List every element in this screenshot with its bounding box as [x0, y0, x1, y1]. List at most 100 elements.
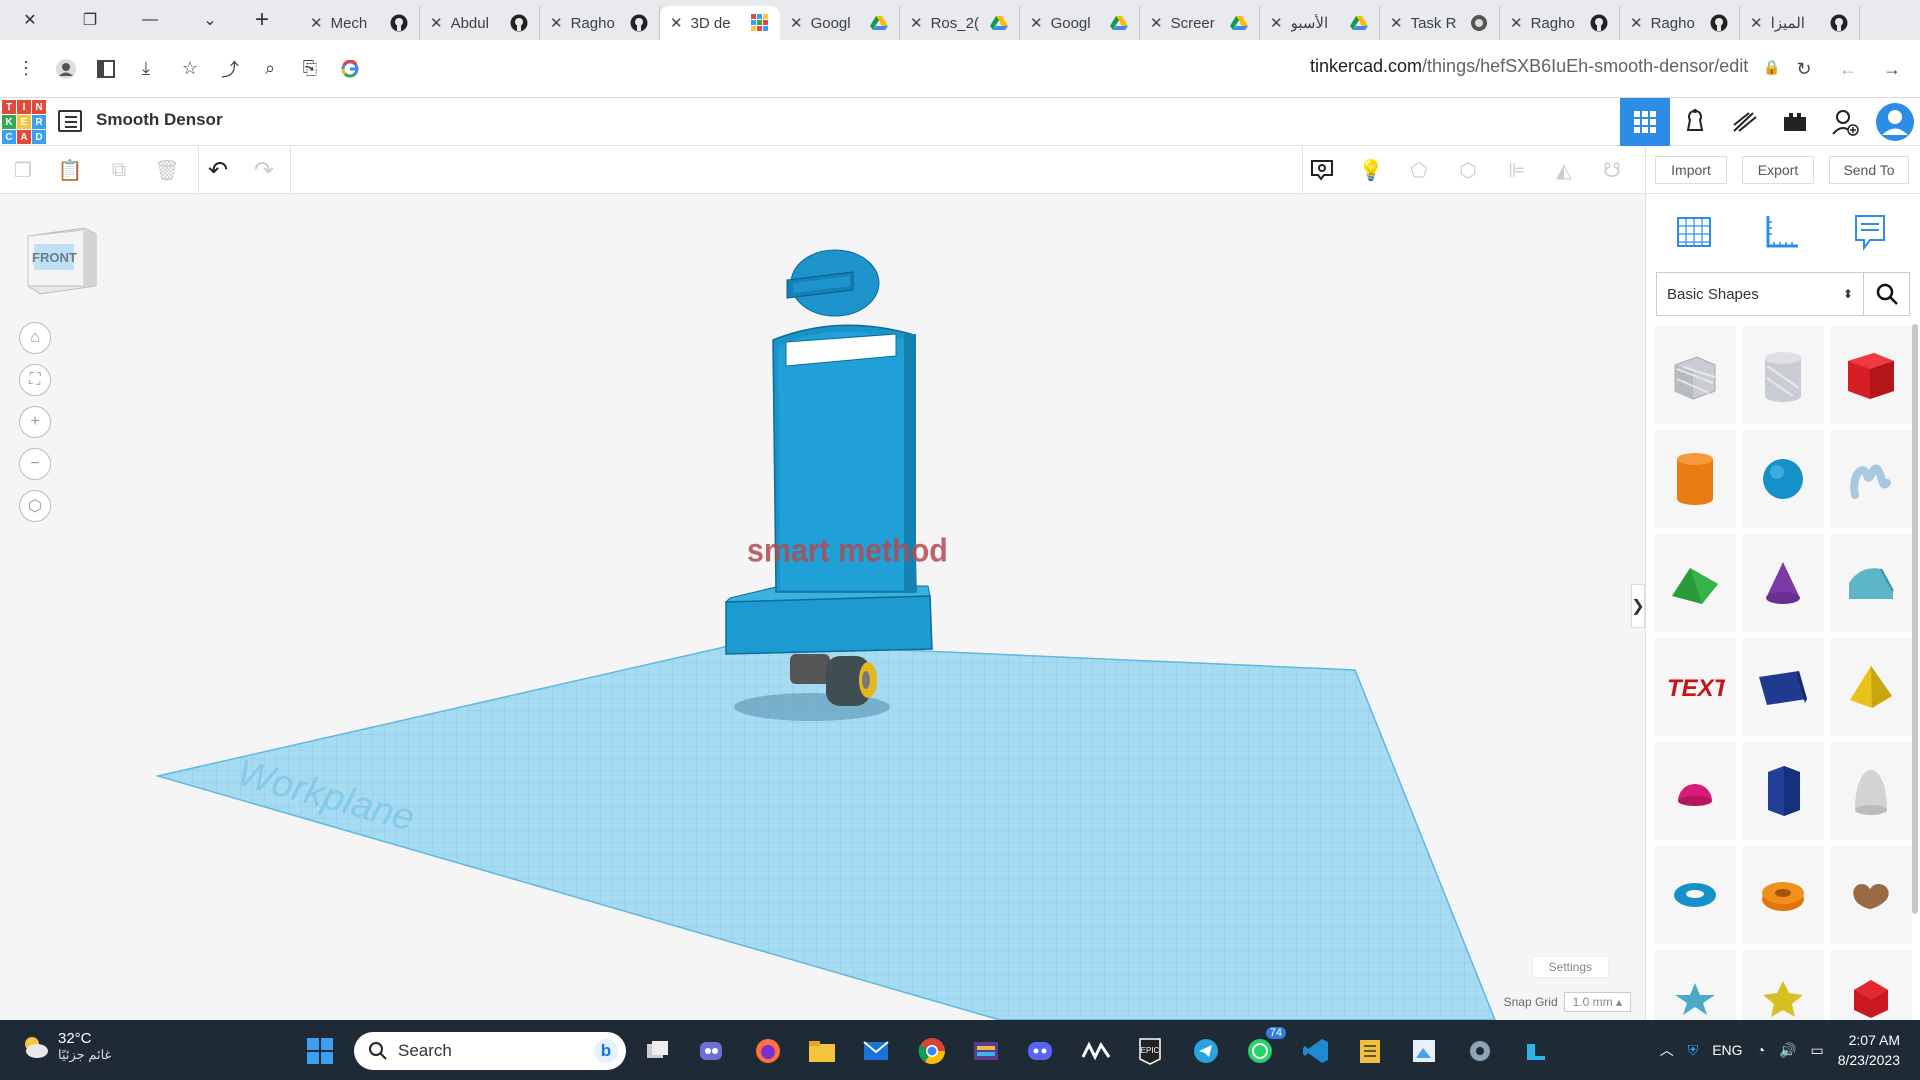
half-sphere-prism-shape-icon[interactable]: [1742, 638, 1824, 736]
app-icon-2[interactable]: [1078, 1033, 1114, 1069]
browser-tab[interactable]: ✕ Task R: [1380, 6, 1500, 40]
google-icon[interactable]: [330, 49, 370, 89]
browser-tab[interactable]: ✕ Screer: [1140, 6, 1260, 40]
install-icon[interactable]: ⎘: [290, 49, 330, 89]
restore-window-icon[interactable]: ❐: [60, 0, 120, 40]
profile-icon[interactable]: [46, 49, 86, 89]
bing-icon[interactable]: b: [594, 1039, 618, 1063]
tab-close-icon[interactable]: ✕: [1150, 14, 1163, 32]
tab-close-icon[interactable]: ✕: [430, 14, 443, 32]
design-title[interactable]: Smooth Densor: [96, 110, 223, 130]
zoom-in-icon[interactable]: +: [19, 406, 51, 438]
notes-icon[interactable]: [1307, 156, 1337, 184]
paraboloid-shape-icon[interactable]: [1830, 742, 1912, 840]
icosahedron-shape-icon[interactable]: [1830, 950, 1912, 1020]
export-button[interactable]: Export: [1742, 156, 1814, 184]
home-view-icon[interactable]: ⌂: [19, 322, 51, 354]
close-window-icon[interactable]: ✕: [0, 0, 60, 40]
box-hole-shape-icon[interactable]: [1654, 326, 1736, 424]
browser-tab[interactable]: ✕ Googl: [780, 6, 900, 40]
wifi-icon[interactable]: ◔: [1757, 1042, 1765, 1058]
panel-collapse-toggle[interactable]: ❯: [1631, 584, 1645, 628]
weather-widget[interactable]: 32°C غائم جزئيًا: [20, 1030, 111, 1063]
send-to-button[interactable]: Send To: [1829, 156, 1909, 184]
battery-icon[interactable]: ▭: [1810, 1042, 1823, 1059]
bookmark-star-icon[interactable]: ☆: [170, 49, 210, 89]
settings-button[interactable]: Settings: [1531, 956, 1609, 978]
panel-scrollbar[interactable]: [1912, 324, 1918, 914]
browser-tab[interactable]: ✕ Ragho: [1500, 6, 1620, 40]
copy-icon[interactable]: ❐: [8, 156, 38, 184]
shape-search-button[interactable]: [1864, 272, 1910, 316]
defender-icon[interactable]: ⛨: [1688, 1042, 1699, 1059]
lightbulb-icon[interactable]: 💡: [1356, 156, 1386, 184]
tab-close-icon[interactable]: ✕: [670, 14, 683, 32]
design-menu-icon[interactable]: [58, 110, 82, 132]
group-icon[interactable]: ⬠: [1404, 156, 1434, 184]
half-sphere-shape-icon[interactable]: [1654, 742, 1736, 840]
reload-icon[interactable]: ↻: [1784, 49, 1824, 89]
import-button[interactable]: Import: [1655, 156, 1727, 184]
paint-icon[interactable]: [1406, 1033, 1442, 1069]
blocks-icon[interactable]: [1670, 98, 1720, 146]
url-field[interactable]: tinkercad.com/things/hefSXB6IuEh-smooth-…: [1310, 56, 1781, 77]
browser-tab[interactable]: ✕ Googl: [1020, 6, 1140, 40]
volume-icon[interactable]: 🔊: [1779, 1042, 1796, 1059]
task-view-icon[interactable]: [640, 1033, 676, 1069]
cylinder-shape-icon[interactable]: [1654, 430, 1736, 528]
3d-view-grid-icon[interactable]: [1620, 98, 1670, 146]
vscode-icon[interactable]: [1298, 1033, 1334, 1069]
tab-close-icon[interactable]: ✕: [1030, 14, 1043, 32]
roof-shape-icon[interactable]: [1654, 534, 1736, 632]
clock[interactable]: 2:07 AM 8/23/2023: [1838, 1030, 1900, 1070]
polygon-shape-icon[interactable]: [1742, 742, 1824, 840]
browser-tab[interactable]: ✕ 3D de: [660, 6, 780, 40]
star-3d-shape-icon[interactable]: [1742, 950, 1824, 1020]
notes-tool-icon[interactable]: [1844, 206, 1896, 258]
text-shape-icon[interactable]: TEXT: [1654, 638, 1736, 736]
workplane-tool-icon[interactable]: [1668, 206, 1720, 258]
perspective-icon[interactable]: ⬡: [19, 490, 51, 522]
tab-close-icon[interactable]: ✕: [1630, 14, 1643, 32]
model-base[interactable]: [724, 585, 933, 655]
round-roof-shape-icon[interactable]: [1830, 534, 1912, 632]
model-head[interactable]: [786, 249, 880, 317]
share-icon[interactable]: ⤴: [210, 49, 250, 89]
browser-tab[interactable]: ✕ Abdul: [420, 6, 540, 40]
browser-tab[interactable]: ✕ Ros_2(: [900, 6, 1020, 40]
tray-overflow-icon[interactable]: ︿: [1660, 1040, 1674, 1060]
3d-viewport[interactable]: Workplane smart method FRONT ⌂ ⛶ + − ⬡ ❯…: [0, 194, 1645, 1020]
tab-close-icon[interactable]: ✕: [1510, 14, 1523, 32]
pyramid-shape-icon[interactable]: [1830, 638, 1912, 736]
lock-icon[interactable]: 🔒: [1763, 59, 1780, 75]
invite-user-icon[interactable]: [1820, 98, 1870, 146]
scene-canvas[interactable]: Workplane smart method: [0, 194, 1645, 1020]
notepad-icon[interactable]: [1352, 1033, 1388, 1069]
user-avatar[interactable]: [1870, 98, 1920, 146]
telegram-icon[interactable]: [1188, 1033, 1224, 1069]
tube-shape-icon[interactable]: [1742, 846, 1824, 944]
box-shape-icon[interactable]: [1830, 326, 1912, 424]
model-panel[interactable]: smart method: [747, 324, 948, 593]
heart-shape-icon[interactable]: [1830, 846, 1912, 944]
teams-icon[interactable]: [694, 1033, 730, 1069]
cone-shape-icon[interactable]: [1742, 534, 1824, 632]
tab-close-icon[interactable]: ✕: [550, 14, 563, 32]
mail-icon[interactable]: [858, 1033, 894, 1069]
bricks-icon[interactable]: [1720, 98, 1770, 146]
shape-library-select[interactable]: Basic Shapes ⬍: [1656, 272, 1864, 316]
browser-tab[interactable]: ✕ Ragho: [1620, 6, 1740, 40]
redo-icon[interactable]: ↷: [249, 156, 279, 184]
fit-view-icon[interactable]: ⛶: [19, 364, 51, 396]
new-tab-button[interactable]: +: [240, 0, 284, 40]
tab-close-icon[interactable]: ✕: [790, 14, 803, 32]
ruler-tool-icon[interactable]: [1756, 206, 1808, 258]
lens-icon[interactable]: ⌕: [250, 49, 290, 89]
torus-shape-icon[interactable]: [1654, 846, 1736, 944]
browser-tab[interactable]: ✕ الأسبو: [1260, 6, 1380, 40]
snap-grid-select[interactable]: 1.0 mm ▴: [1563, 992, 1631, 1012]
language-indicator[interactable]: ENG: [1712, 1042, 1742, 1058]
align-icon[interactable]: ⊫: [1502, 156, 1532, 184]
file-explorer-icon[interactable]: [804, 1033, 840, 1069]
tab-close-icon[interactable]: ✕: [310, 14, 323, 32]
